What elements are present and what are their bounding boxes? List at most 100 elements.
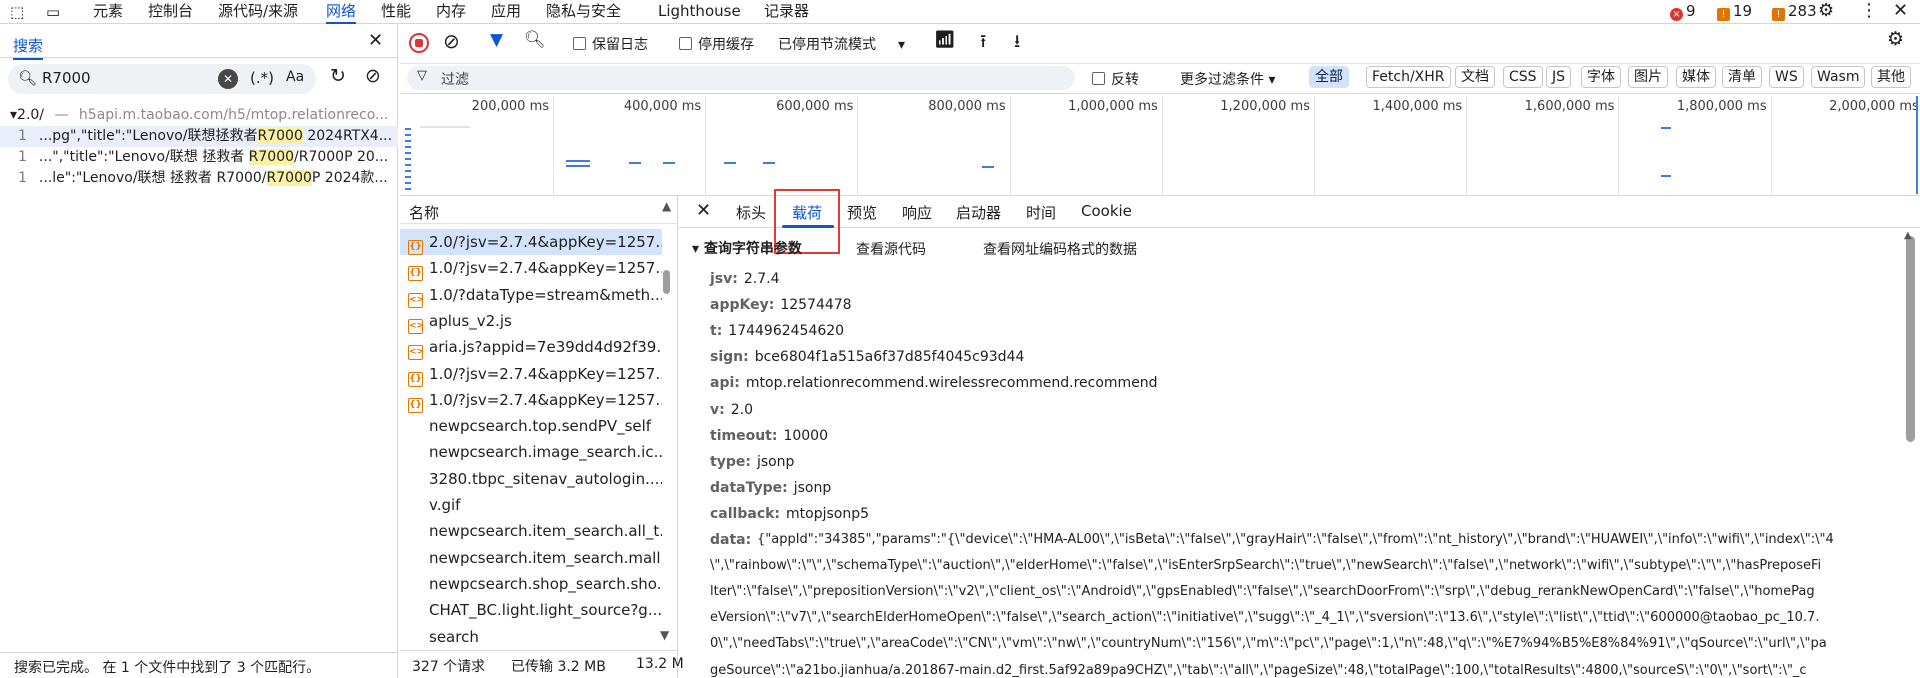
scroll-down-arrow-icon[interactable]: ▼ [660,628,669,642]
request-row[interactable]: {} 1.0/?jsv=2.7.4&appKey=1257... [400,361,662,387]
request-row[interactable]: v.gif [400,492,662,518]
tab-console[interactable]: 控制台 [148,0,193,24]
payload-param-row[interactable]: v: 2.0 [710,402,753,418]
inspect-element-icon[interactable]: ⬚ [10,3,24,21]
tab-initiator[interactable]: 启动器 [956,202,1001,224]
filter-js[interactable]: JS [1546,66,1572,88]
tab-cookies[interactable]: Cookie [1081,202,1132,224]
filter-icon[interactable]: ▼ [490,30,503,50]
filter-font[interactable]: 字体 [1581,66,1621,88]
view-url-encoded-link[interactable]: 查看网址编码格式的数据 [983,239,1137,259]
refresh-icon[interactable]: ↻ [330,65,346,87]
tab-privacy-security[interactable]: 隐私与安全 [546,0,621,24]
tab-network[interactable]: 网络 [326,0,357,24]
clear-search-icon[interactable]: ✕ [218,69,238,89]
tab-response[interactable]: 响应 [902,202,932,224]
clear-log-icon[interactable]: ⊘ [443,29,460,53]
request-row[interactable]: {} 2.0/?jsv=2.7.4&appKey=1257... [400,229,662,255]
issue-count-badge[interactable]: ! 283 [1772,0,1817,22]
search-result-line[interactable]: 1 ...","title":"Lenovo/联想 拯救者 R7000/R7000… [0,147,398,168]
warning-count-badge[interactable]: ! 19 [1717,0,1752,22]
view-source-link[interactable]: 查看源代码 [856,239,926,259]
payload-param-row[interactable]: timeout: 10000 [710,428,828,444]
payload-scrollbar[interactable] [1906,236,1915,442]
settings-gear-icon[interactable]: ⚙ [1818,0,1834,21]
search-panel-title[interactable]: 搜索 [13,35,44,60]
request-row[interactable]: search [400,624,662,650]
search-network-icon[interactable]: 🔍︎ [524,30,546,50]
tab-elements[interactable]: 元素 [93,0,123,24]
network-conditions-icon[interactable]: 📶︎ [934,30,956,50]
tab-performance[interactable]: 性能 [381,0,411,24]
tab-sources[interactable]: 源代码/来源 [218,0,298,24]
search-query[interactable]: R7000 [42,69,91,87]
request-list-scrollbar[interactable] [663,270,670,294]
payload-param-row[interactable]: callback: mtopjsonp5 [710,506,869,522]
result-file-row[interactable]: ▾2.0/ — h5api.m.taobao.com/h5/mtop.relat… [0,105,398,126]
close-search-icon[interactable]: ✕ [368,30,383,51]
import-har-icon[interactable]: ⭱ [980,29,986,59]
request-row[interactable]: 3280.tbpc_sitenav_autologin.... [400,466,662,492]
request-row[interactable]: <> 1.0/?dataType=stream&meth... [400,282,662,308]
filter-css[interactable]: CSS [1503,66,1543,88]
request-row[interactable]: {} 1.0/?jsv=2.7.4&appKey=1257... [400,387,662,413]
close-detail-icon[interactable]: ✕ [696,200,711,221]
sort-arrow-icon[interactable]: ▲ [662,199,671,213]
filter-wasm[interactable]: Wasm [1811,66,1866,88]
device-toolbar-icon[interactable]: ▭ [46,3,60,21]
filter-fetch-xhr[interactable]: Fetch/XHR [1366,66,1451,88]
match-case-toggle[interactable]: Aa [286,69,304,85]
filter-doc[interactable]: 文档 [1455,66,1495,88]
filter-img[interactable]: 图片 [1628,66,1668,88]
tab-headers[interactable]: 标头 [736,202,766,224]
record-stop-icon[interactable] [409,33,429,53]
more-filters-dropdown[interactable]: 更多过滤条件 ▾ [1180,69,1275,89]
search-result-line[interactable]: 1 ...le":"Lenovo/联想 拯救者 R7000/R7000P 2024… [0,168,398,189]
regex-toggle[interactable]: (.*) [250,69,274,87]
request-row[interactable]: CHAT_BC.light.light_source?g... [400,597,662,623]
filter-manifest[interactable]: 清单 [1722,66,1762,88]
request-row[interactable]: <> aria.js?appid=7e39dd4d92f39... [400,334,662,361]
payload-param-row[interactable]: sign: bce6804f1a515a6f37d85f4045c93d44 [710,349,1024,365]
filter-all[interactable]: 全部 [1309,66,1349,88]
filter-media[interactable]: 媒体 [1676,66,1716,88]
request-row[interactable]: newpcsearch.image_search.ic... [400,439,662,465]
tab-memory[interactable]: 内存 [436,0,466,24]
devtools-tab-bar: ⬚ ▭ 元素 控制台 源代码/来源 网络 性能 内存 应用 隐私与安全 Ligh… [0,0,1920,24]
invert-checkbox[interactable]: 反转 [1092,69,1139,89]
search-result-line[interactable]: 1 ...pg","title":"Lenovo/联想拯救者R7000 2024R… [0,126,398,147]
tab-lighthouse[interactable]: Lighthouse [658,0,741,24]
request-row[interactable]: newpcsearch.top.sendPV_self [400,413,662,439]
clear-results-icon[interactable]: ⊘ [365,65,381,87]
disable-cache-checkbox[interactable]: 停用缓存 [679,34,754,54]
payload-param-row[interactable]: dataType: jsonp [710,480,831,496]
payload-param-row[interactable]: jsv: 2.7.4 [710,271,779,287]
request-row[interactable]: newpcsearch.shop_search.sho... [400,571,662,597]
filter-ws[interactable]: WS [1769,66,1804,88]
preserve-log-checkbox[interactable]: 保留日志 [573,34,648,54]
payload-param-row[interactable]: api: mtop.relationrecommend.wirelessrecom… [710,375,1158,391]
tab-recorder[interactable]: 记录器 [764,0,809,24]
request-list-header[interactable]: 名称 ▲ [400,196,678,224]
tab-timing[interactable]: 时间 [1026,202,1056,224]
request-row[interactable]: {} 1.0/?jsv=2.7.4&appKey=1257... [400,255,662,282]
tab-preview[interactable]: 预览 [847,202,877,224]
scroll-up-arrow-icon[interactable]: ▲ [1904,230,1912,241]
error-count-badge[interactable]: × 9 [1670,0,1696,22]
tab-application[interactable]: 应用 [491,0,521,24]
filter-other[interactable]: 其他 [1871,66,1911,88]
query-params-section-title[interactable]: ▾ 查询字符串参数 [692,238,802,258]
network-settings-gear-icon[interactable]: ⚙ [1887,28,1904,50]
throttle-select[interactable]: 已停用节流模式 ▾ [778,34,905,54]
more-options-icon[interactable]: ⋮ [1860,0,1878,21]
filter-input[interactable]: ▽ 过滤 [407,66,1075,90]
request-row[interactable]: <> aplus_v2.js [400,308,662,334]
request-row[interactable]: newpcsearch.item_search.mall... [400,545,662,571]
waterfall-bar [420,126,470,128]
export-har-icon[interactable]: ⭳ [1014,29,1020,59]
payload-param-row[interactable]: type: jsonp [710,454,794,470]
payload-param-row[interactable]: appKey: 12574478 [710,297,852,313]
close-devtools-icon[interactable]: ✕ [1893,0,1908,21]
request-row[interactable]: newpcsearch.item_search.all_t... [400,518,662,544]
payload-param-row[interactable]: t: 1744962454620 [710,323,844,339]
